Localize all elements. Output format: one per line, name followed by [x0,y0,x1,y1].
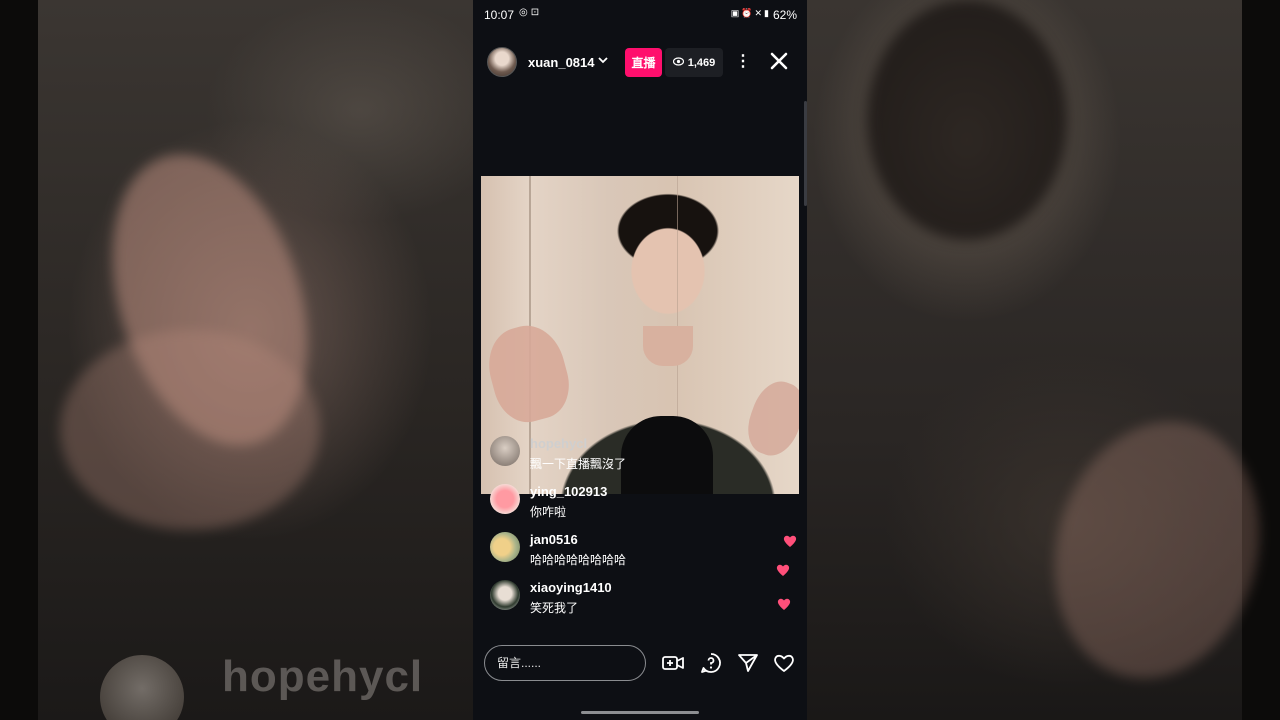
background-blur-right [807,0,1280,720]
comment-username[interactable]: hopehycl [530,436,587,451]
comment-text: 你咋啦 [530,505,567,519]
comment-username[interactable]: xiaoying1410 [530,580,612,595]
background-hair-blur [867,0,1067,240]
comment-input[interactable] [484,645,646,681]
signal-icon: ▮ [764,8,771,18]
background-blur-left: hopehycl [0,0,473,720]
video-add-icon [662,656,684,670]
comment-text: 笑死我了 [530,601,579,615]
send-icon [738,654,758,672]
live-header: xuan_0814 直播 1,469 ⋮ [473,44,807,80]
comment-item[interactable]: jan0516 哈哈哈哈哈哈哈哈 [490,528,790,568]
close-button[interactable] [767,49,791,73]
status-right-icons: ▣⏰✕▮ [731,8,771,19]
home-indicator[interactable] [581,711,699,714]
status-bar: 10:07 ◎⊡ ▣⏰✕▮ 62% [473,0,807,30]
video-hand-left [481,317,578,430]
question-icon [701,653,721,673]
background-ghost-username: hopehycl [222,652,424,701]
instagram-icon: ◎ [519,7,531,18]
alarm-icon: ⏰ [741,8,755,18]
status-left-icons: ◎⊡ [519,7,542,18]
avatar[interactable] [490,532,520,562]
background-ghost-avatar [100,655,184,720]
heart-icon [774,654,794,672]
comment-username[interactable]: ying_102913 [530,484,607,499]
more-options-button[interactable]: ⋮ [735,51,751,73]
add-video-guest-button[interactable] [661,651,685,675]
close-icon [770,52,788,70]
chevron-down-icon[interactable] [597,53,609,69]
comment-item[interactable]: ying_102913 你咋啦 [490,480,790,520]
bottom-action-bar [473,643,807,683]
battery-level: 62% [772,8,797,22]
viewer-count-badge[interactable]: 1,469 [665,48,723,77]
host-username[interactable]: xuan_0814 [528,55,595,70]
background-hand-blur [60,330,320,530]
avatar[interactable] [490,436,520,466]
scrollbar[interactable] [804,101,807,206]
live-badge: 直播 [625,48,662,77]
eye-icon [672,56,684,69]
floating-heart-icon [776,564,790,576]
mute-icon: ✕ [754,8,765,18]
live-stream-screen: 10:07 ◎⊡ ▣⏰✕▮ 62% xuan_0814 直播 1,469 ⋮ h… [473,0,807,720]
floating-heart-icon [783,535,797,547]
battery-saver-icon: ▣ [730,8,742,18]
avatar[interactable] [490,484,520,514]
question-button[interactable] [699,651,723,675]
screen-record-icon: ⊡ [530,7,543,18]
host-avatar[interactable] [487,47,517,77]
comment-text: 哈哈哈哈哈哈哈哈 [530,553,627,567]
background-film-strip-left [0,0,38,720]
share-button[interactable] [736,651,760,675]
comment-item[interactable]: hopehycl 飄一下直播飄沒了 [490,432,790,472]
viewer-count: 1,469 [687,56,716,69]
background-film-strip-right [1242,0,1280,720]
comment-username[interactable]: jan0516 [530,532,578,547]
avatar[interactable] [490,580,520,610]
floating-heart-icon [777,598,791,610]
like-button[interactable] [772,651,796,675]
comment-text: 飄一下直播飄沒了 [530,457,627,471]
status-time: 10:07 [484,8,515,22]
comment-item[interactable]: xiaoying1410 笑死我了 [490,576,790,616]
